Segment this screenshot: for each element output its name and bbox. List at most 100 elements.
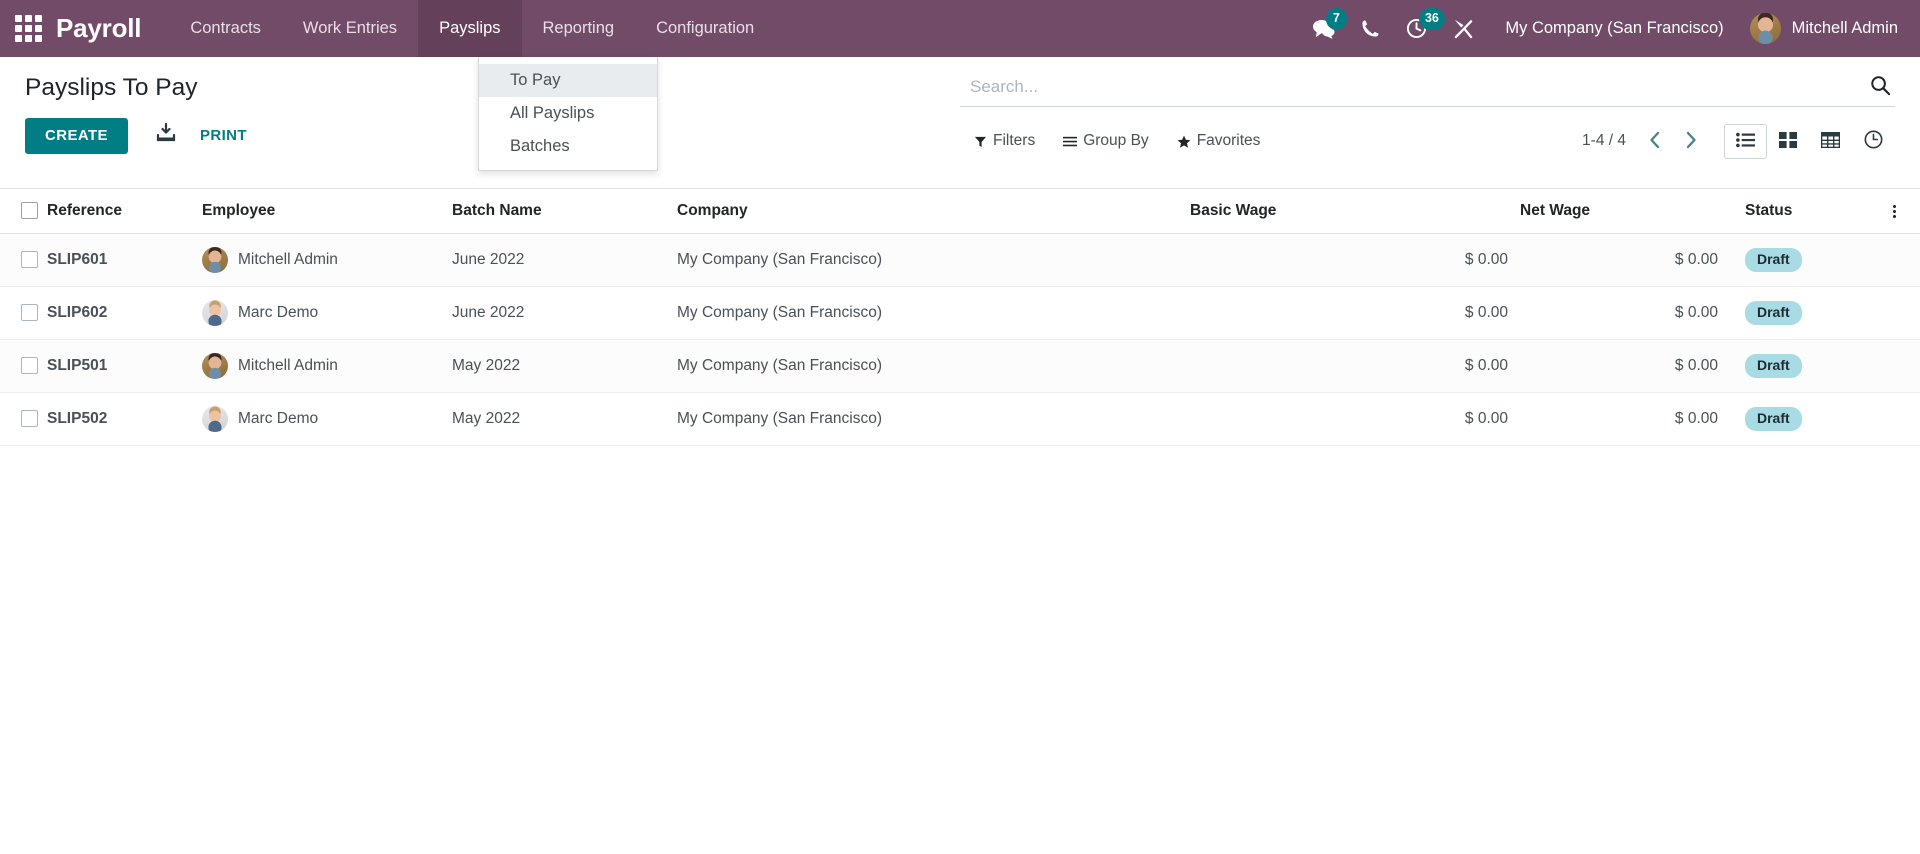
print-button[interactable]: PRINT [190, 118, 257, 154]
chevron-right-icon [1683, 131, 1699, 152]
systray: 7 36 [1299, 0, 1487, 57]
star-icon [1177, 135, 1191, 148]
cell-employee: Marc Demo [202, 286, 452, 340]
row-select-cell [0, 233, 47, 287]
phone-button[interactable] [1348, 0, 1393, 57]
row-checkbox[interactable] [21, 357, 38, 375]
vertical-dots-icon[interactable] [1880, 204, 1908, 218]
apps-menu-button[interactable] [0, 0, 56, 57]
filters-button[interactable]: Filters [960, 128, 1049, 154]
cell-employee: Mitchell Admin [202, 233, 452, 287]
cell-net-wage: $ 0.00 [1520, 286, 1730, 340]
cell-status: Draft [1730, 339, 1880, 393]
menu-item-payslips[interactable]: Payslips [418, 0, 522, 57]
pager-next-button[interactable] [1674, 129, 1708, 154]
employee-avatar [202, 353, 228, 379]
table-header-row: Reference Employee Batch Name Company Ba… [0, 189, 1920, 234]
row-checkbox[interactable] [21, 410, 38, 428]
table-row[interactable]: SLIP501 Mitchell Admin May 2022 My Compa… [0, 339, 1920, 393]
table-row[interactable]: SLIP602 Marc Demo June 2022 My Company (… [0, 286, 1920, 340]
row-select-cell [0, 392, 47, 446]
employee-wrapper: Marc Demo [202, 406, 440, 432]
cell-reference: SLIP601 [47, 233, 202, 287]
cell-basic-wage: $ 0.00 [1190, 233, 1520, 287]
dropdown-item-batches[interactable]: Batches [479, 130, 657, 163]
search-icon [1870, 75, 1891, 99]
kanban-view-button[interactable] [1767, 124, 1809, 159]
pager-previous-button[interactable] [1638, 129, 1672, 154]
download-button[interactable] [142, 123, 190, 148]
header-employee[interactable]: Employee [202, 189, 452, 234]
dropdown-item-to-pay[interactable]: To Pay [479, 64, 657, 97]
employee-wrapper: Marc Demo [202, 300, 440, 326]
header-reference[interactable]: Reference [47, 189, 202, 234]
table-row[interactable]: SLIP601 Mitchell Admin June 2022 My Comp… [0, 233, 1920, 287]
employee-wrapper: Mitchell Admin [202, 353, 440, 379]
search-tools: Filters Group By Favorites 1-4 / 4 [960, 107, 1895, 160]
favorites-button[interactable]: Favorites [1163, 128, 1275, 154]
header-basic-wage[interactable]: Basic Wage [1190, 189, 1520, 234]
activity-view-button[interactable] [1852, 122, 1895, 160]
cell-status: Draft [1730, 392, 1880, 446]
cell-options [1880, 339, 1920, 393]
brand-title[interactable]: Payroll [56, 0, 169, 57]
clock-icon [1864, 130, 1883, 152]
search-button[interactable] [1860, 75, 1895, 99]
cell-net-wage: $ 0.00 [1520, 233, 1730, 287]
header-status[interactable]: Status [1730, 189, 1880, 234]
phone-icon [1361, 19, 1380, 38]
list-view-button[interactable] [1724, 123, 1767, 159]
employee-avatar [202, 406, 228, 432]
cell-company: My Company (San Francisco) [677, 286, 1190, 340]
menu-item-configuration[interactable]: Configuration [635, 0, 775, 57]
activities-button[interactable]: 36 [1393, 0, 1445, 57]
search-input[interactable] [960, 75, 1860, 99]
table-row[interactable]: SLIP502 Marc Demo May 2022 My Company (S… [0, 392, 1920, 446]
cell-basic-wage: $ 0.00 [1190, 392, 1520, 446]
avatar [1749, 13, 1781, 44]
filters-label: Filters [993, 132, 1036, 149]
menu-item-work-entries[interactable]: Work Entries [282, 0, 418, 57]
cell-batch-name: June 2022 [452, 286, 677, 340]
user-menu[interactable]: Mitchell Admin [1744, 0, 1920, 57]
menu-item-reporting[interactable]: Reporting [522, 0, 636, 57]
chevron-left-icon [1647, 131, 1663, 152]
pivot-view-button[interactable] [1809, 124, 1852, 159]
header-company[interactable]: Company [677, 189, 1190, 234]
control-panel: Payslips To Pay CREATE PRINT Search... F… [0, 57, 1920, 189]
group-by-icon [1063, 135, 1078, 148]
cell-basic-wage: $ 0.00 [1190, 286, 1520, 340]
cell-options [1880, 233, 1920, 287]
status-badge: Draft [1745, 353, 1802, 379]
cell-company: My Company (San Francisco) [677, 392, 1190, 446]
select-all-checkbox[interactable] [21, 202, 38, 220]
group-by-label: Group By [1083, 132, 1149, 149]
cell-reference: SLIP501 [47, 339, 202, 393]
group-by-button[interactable]: Group By [1049, 128, 1162, 154]
filter-icon [974, 135, 987, 148]
messages-badge: 7 [1325, 8, 1347, 30]
dropdown-item-all-payslips[interactable]: All Payslips [479, 97, 657, 130]
row-checkbox[interactable] [21, 251, 38, 269]
list-icon [1736, 132, 1755, 151]
row-select-cell [0, 286, 47, 340]
tools-button[interactable] [1440, 0, 1487, 57]
select-all-header [0, 189, 47, 234]
messages-button[interactable]: 7 [1299, 0, 1348, 57]
create-button[interactable]: CREATE [25, 117, 128, 154]
menu-item-contracts[interactable]: Contracts [169, 0, 282, 57]
employee-name: Mitchell Admin [238, 251, 338, 268]
employee-name: Marc Demo [238, 410, 319, 427]
cell-reference: SLIP602 [47, 286, 202, 340]
top-navbar: Payroll Contracts Work Entries Payslips … [0, 0, 1920, 171]
header-batch-name[interactable]: Batch Name [452, 189, 677, 234]
cell-company: My Company (San Francisco) [677, 233, 1190, 287]
payslips-table: Reference Employee Batch Name Company Ba… [0, 189, 1920, 446]
cell-basic-wage: $ 0.00 [1190, 339, 1520, 393]
cell-net-wage: $ 0.00 [1520, 392, 1730, 446]
cell-net-wage: $ 0.00 [1520, 339, 1730, 393]
header-net-wage[interactable]: Net Wage [1520, 189, 1730, 234]
company-switcher[interactable]: My Company (San Francisco) [1487, 0, 1743, 57]
row-checkbox[interactable] [21, 304, 38, 322]
cell-options [1880, 286, 1920, 340]
